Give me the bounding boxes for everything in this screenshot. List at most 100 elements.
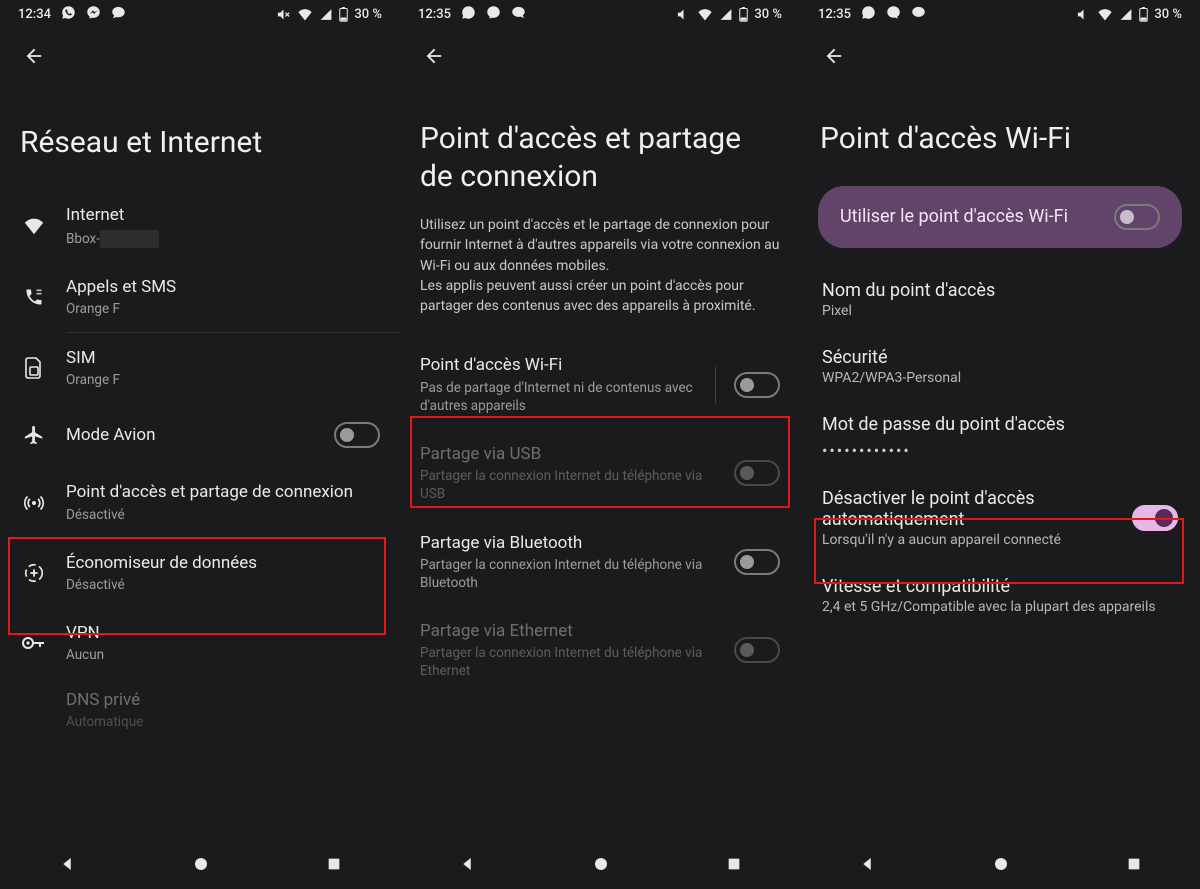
bluetooth-tethering-toggle[interactable] [734,549,780,575]
back-button[interactable] [814,36,854,76]
setting-title: Point d'accès et partage de connexion [66,481,380,503]
phone-icon [20,287,48,307]
status-time: 12:34 [18,7,51,22]
status-bar: 12:34 30 % [0,0,400,28]
status-time: 12:35 [818,7,851,22]
setting-data-saver[interactable]: Économiseur de données Désactivé [0,538,400,608]
setting-title: Partage via USB [420,443,716,465]
setting-sub: Désactivé [66,506,380,524]
screen-wifi-hotspot: 12:35 30 % Point d'accès Wi-Fi Utiliser … [800,0,1200,889]
chat-icon [511,5,526,24]
divider [715,367,716,403]
setting-sub: Orange F [66,300,380,318]
setting-wifi-hotspot[interactable]: Point d'accès Wi-Fi Pas de partage d'Int… [400,340,800,429]
status-bar: 12:35 30 % [800,0,1200,28]
nav-home-button[interactable] [592,855,610,877]
setting-title: Mode Avion [66,424,316,446]
setting-ethernet-tethering: Partage via Ethernet Partager la connexi… [400,606,800,695]
setting-title: Point d'accès Wi-Fi [420,354,697,376]
setting-bluetooth-tethering[interactable]: Partage via Bluetooth Partager la connex… [400,518,800,607]
usb-tethering-toggle [734,460,780,486]
hotspot-icon [20,492,48,514]
wifi-icon [20,217,48,235]
setting-sub: Partager la connexion Internet du téléph… [420,467,716,503]
setting-hotspot-password[interactable]: Mot de passe du point d'accès ••••••••••… [800,400,1200,474]
messenger-icon [486,5,501,24]
setting-sub: Pas de partage d'Internet ni de contenus… [420,379,697,415]
battery-percent: 30 % [354,7,382,22]
screen-network-internet: 12:34 30 % Réseau et Internet Internet B… [0,0,400,889]
setting-sub: Bbox-XXXXXXX [66,228,380,248]
back-button[interactable] [14,36,54,76]
setting-sub: Orange F [66,371,380,389]
airplane-toggle[interactable] [334,422,380,448]
setting-airplane-mode[interactable]: Mode Avion [0,403,400,467]
setting-sim[interactable]: SIM Orange F [0,333,400,403]
setting-title: VPN [66,622,380,644]
nav-recent-button[interactable] [726,856,742,876]
page-title: Point d'accès Wi-Fi [800,84,1200,172]
setting-security[interactable]: Sécurité WPA2/WPA3-Personal [800,333,1200,400]
setting-speed-compat[interactable]: Vitesse et compatibilité 2,4 et 5 GHz/Co… [800,562,1200,629]
nav-home-button[interactable] [192,855,210,877]
setting-sub: Lorsqu'il n'y a aucun appareil connecté [822,532,1118,548]
whatsapp-icon [861,5,876,24]
setting-title: Appels et SMS [66,276,380,298]
wifi-icon [1097,8,1113,21]
mute-icon [676,7,691,22]
battery-icon [739,7,748,22]
setting-calls-sms[interactable]: Appels et SMS Orange F [0,262,400,332]
signal-icon [719,8,733,21]
page-description: Utilisez un point d'accès et le partage … [400,215,800,340]
messenger-icon [86,5,101,24]
setting-title: Économiseur de données [66,552,380,574]
page-title: Réseau et Internet [0,84,400,190]
password-dots: •••••••••••• [822,441,1178,460]
back-button[interactable] [414,36,454,76]
nav-home-button[interactable] [992,855,1010,877]
screen-hotspot-tethering: 12:35 30 % Point d'accès et partage de c… [400,0,800,889]
mute-icon [1076,7,1091,22]
nav-back-button[interactable] [858,855,876,877]
navigation-bar [0,843,400,889]
nav-back-button[interactable] [458,855,476,877]
setting-sub: Aucun [66,646,380,664]
setting-sub: WPA2/WPA3-Personal [822,370,1178,386]
setting-sub: Pixel [822,303,1178,319]
whatsapp-icon [61,5,76,24]
nav-recent-button[interactable] [1126,856,1142,876]
auto-disable-toggle[interactable] [1132,505,1178,531]
setting-title: DNS privé [66,689,380,711]
airplane-icon [20,424,48,446]
signal-icon [319,8,333,21]
nav-back-button[interactable] [58,855,76,877]
chat-icon [911,5,926,24]
setting-title: SIM [66,347,380,369]
setting-internet[interactable]: Internet Bbox-XXXXXXX [0,190,400,262]
mute-icon [276,7,291,22]
signal-icon [1119,8,1133,21]
nav-recent-button[interactable] [326,856,342,876]
use-hotspot-label: Utiliser le point d'accès Wi-Fi [840,205,1102,228]
use-hotspot-card[interactable]: Utiliser le point d'accès Wi-Fi [818,186,1182,248]
battery-icon [1139,7,1148,22]
setting-hotspot-tethering[interactable]: Point d'accès et partage de connexion Dé… [0,467,400,537]
setting-sub: Automatique [66,713,380,731]
setting-sub: Partager la connexion Internet du téléph… [420,644,716,680]
setting-title: Sécurité [822,347,1178,368]
setting-title: Nom du point d'accès [822,280,1178,301]
setting-vpn[interactable]: VPN Aucun [0,608,400,678]
setting-title: Mot de passe du point d'accès [822,414,1178,435]
wifi-icon [697,8,713,21]
setting-sub: 2,4 et 5 GHz/Compatible avec la plupart … [822,599,1178,615]
navigation-bar [400,843,800,889]
data-saver-icon [20,562,48,584]
use-hotspot-toggle[interactable] [1114,204,1160,230]
wifi-hotspot-toggle[interactable] [734,372,780,398]
setting-auto-disable[interactable]: Désactiver le point d'accès automatiquem… [800,474,1200,562]
setting-title: Partage via Bluetooth [420,532,716,554]
setting-title: Partage via Ethernet [420,620,716,642]
ethernet-tethering-toggle [734,637,780,663]
setting-hotspot-name[interactable]: Nom du point d'accès Pixel [800,266,1200,333]
setting-private-dns[interactable]: DNS privé Automatique [0,678,400,742]
